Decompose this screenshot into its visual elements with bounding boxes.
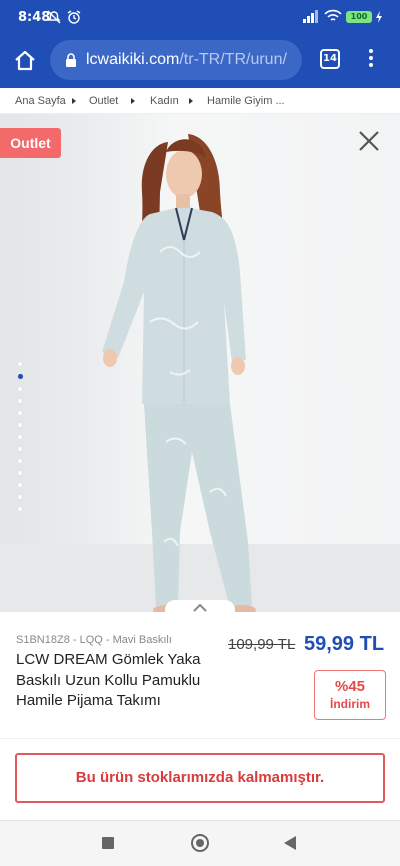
recent-apps-icon[interactable] bbox=[102, 837, 114, 849]
discount-percent: %45 bbox=[334, 678, 366, 695]
home-icon[interactable] bbox=[10, 46, 40, 76]
breadcrumb-separator-icon bbox=[72, 98, 76, 104]
discount-badge: %45 İndirim bbox=[314, 670, 386, 720]
product-image-gallery[interactable]: Outlet bbox=[0, 114, 400, 612]
gallery-dot[interactable] bbox=[18, 495, 22, 499]
breadcrumb-separator-icon bbox=[131, 98, 135, 104]
gallery-dot[interactable] bbox=[18, 471, 22, 475]
system-nav-bar bbox=[0, 820, 400, 866]
top-bar: 8:48 100 lcwaikiki.com/tr-TR/TR/urun/ 14 bbox=[0, 0, 400, 88]
breadcrumb-item-kadin[interactable]: Kadın bbox=[150, 95, 179, 107]
gallery-dot[interactable] bbox=[18, 447, 22, 451]
close-icon[interactable] bbox=[356, 128, 382, 154]
mute-icon bbox=[47, 10, 61, 24]
product-info: S1BN18Z8 - LQQ - Mavi Baskılı LCW DREAM … bbox=[0, 612, 400, 738]
stock-area: Bu ürün stoklarımızda kalmamıştır. bbox=[0, 738, 400, 820]
gallery-dot[interactable] bbox=[18, 507, 22, 511]
status-bar: 8:48 100 bbox=[0, 0, 400, 34]
breadcrumb-separator-icon bbox=[189, 98, 193, 104]
gallery-dot[interactable] bbox=[18, 483, 22, 487]
discount-label: İndirim bbox=[329, 697, 370, 711]
wifi-icon bbox=[324, 9, 342, 21]
breadcrumb-item-home[interactable]: Ana Sayfa bbox=[15, 95, 66, 107]
lock-icon bbox=[66, 53, 76, 67]
gallery-dot[interactable] bbox=[18, 411, 22, 415]
gallery-dot[interactable] bbox=[18, 459, 22, 463]
gallery-dot[interactable] bbox=[18, 362, 22, 366]
gallery-dot-active[interactable] bbox=[17, 374, 23, 379]
chevron-up-icon bbox=[193, 603, 207, 612]
breadcrumb: Ana Sayfa Outlet Kadın Hamile Giyim ... bbox=[0, 88, 400, 114]
old-price: 109,99 TL bbox=[228, 636, 296, 653]
gallery-dot[interactable] bbox=[18, 399, 22, 403]
outlet-badge: Outlet bbox=[0, 128, 61, 158]
alarm-icon bbox=[67, 10, 81, 24]
home-nav-icon[interactable] bbox=[191, 834, 209, 852]
breadcrumb-item-hamile-giyim[interactable]: Hamile Giyim ... bbox=[207, 95, 285, 107]
back-icon[interactable] bbox=[284, 836, 296, 850]
battery-icon: 100 bbox=[346, 11, 372, 23]
gallery-dot[interactable] bbox=[18, 435, 22, 439]
gallery-pagination bbox=[16, 362, 24, 519]
tab-switcher-button[interactable]: 14 bbox=[320, 49, 340, 69]
sale-price: 59,99 TL bbox=[304, 633, 385, 655]
url-text: lcwaikiki.com/tr-TR/TR/urun/ bbox=[86, 51, 296, 69]
product-sku: S1BN18Z8 - LQQ - Mavi Baskılı bbox=[16, 634, 172, 646]
expand-details-button[interactable] bbox=[165, 600, 235, 612]
browser-toolbar: lcwaikiki.com/tr-TR/TR/urun/ 14 bbox=[0, 38, 400, 86]
product-name: LCW DREAM Gömlek Yaka Baskılı Uzun Kollu… bbox=[16, 651, 201, 709]
browser-menu-icon[interactable] bbox=[362, 46, 380, 74]
url-path: /tr-TR/TR/urun/ bbox=[179, 51, 287, 68]
gallery-dot[interactable] bbox=[18, 423, 22, 427]
signal-icon bbox=[303, 10, 318, 23]
address-bar[interactable]: lcwaikiki.com/tr-TR/TR/urun/ bbox=[50, 40, 302, 80]
breadcrumb-item-outlet[interactable]: Outlet bbox=[89, 95, 118, 107]
gallery-dot[interactable] bbox=[18, 387, 22, 391]
out-of-stock-button[interactable]: Bu ürün stoklarımızda kalmamıştır. bbox=[15, 753, 385, 803]
url-domain: lcwaikiki.com bbox=[86, 51, 180, 68]
charging-icon bbox=[376, 11, 382, 23]
product-photo bbox=[102, 134, 256, 612]
